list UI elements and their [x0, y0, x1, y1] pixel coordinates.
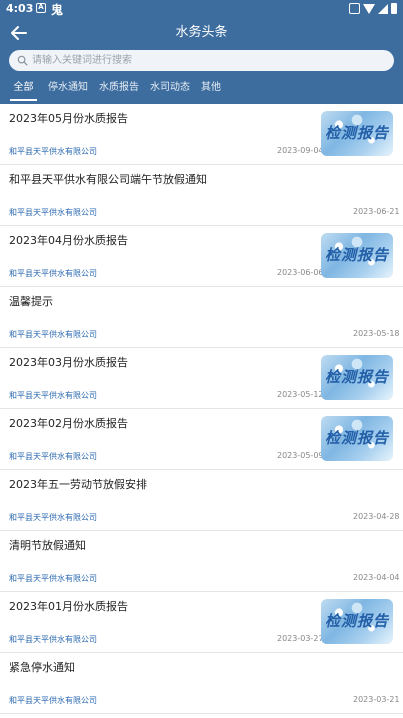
status-icons: [349, 3, 397, 14]
article-date: 2023-06-06: [277, 268, 324, 277]
status-time: 4:03: [6, 2, 34, 15]
article-date: 2023-06-21: [353, 207, 400, 216]
article-date: 2023-04-04: [353, 573, 400, 582]
tab-water-quality[interactable]: 水质报告: [99, 80, 139, 104]
article-item[interactable]: 2023年04月份水质报告 和平县天平供水有限公司 2023-06-06 检测报…: [0, 226, 403, 287]
thumbnail-label: 检测报告: [324, 124, 389, 142]
article-title: 2023年04月份水质报告: [9, 234, 128, 247]
category-tabs: 全部 停水通知 水质报告 水司动态 其他: [0, 80, 403, 104]
tab-water-outage[interactable]: 停水通知: [48, 80, 88, 104]
article-title: 2023年03月份水质报告: [9, 356, 128, 369]
search-bar[interactable]: [9, 50, 394, 71]
article-item[interactable]: 和平县天平供水有限公司端午节放假通知 和平县天平供水有限公司 2023-06-2…: [0, 165, 403, 226]
status-bar: 4:03 A 鬼: [0, 0, 403, 18]
wifi-icon: [363, 3, 375, 14]
article-thumbnail: 检测报告: [321, 355, 393, 400]
article-title: 2023年02月份水质报告: [9, 417, 128, 430]
battery-icon: [391, 3, 397, 14]
article-title: 2023年五一劳动节放假安排: [9, 478, 147, 491]
article-title: 2023年05月份水质报告: [9, 112, 128, 125]
article-date: 2023-03-27: [277, 634, 324, 643]
article-title: 温馨提示: [9, 295, 53, 308]
thumbnail-label: 检测报告: [324, 612, 389, 630]
article-source: 和平县天平供水有限公司: [9, 452, 97, 461]
article-item[interactable]: 2023年02月份水质报告 和平县天平供水有限公司 2023-05-09 检测报…: [0, 409, 403, 470]
article-item[interactable]: 清明节放假通知 和平县天平供水有限公司 2023-04-04: [0, 531, 403, 592]
article-item[interactable]: 紧急停水通知 和平县天平供水有限公司 2023-03-21: [0, 653, 403, 714]
article-date: 2023-05-09: [277, 451, 324, 460]
article-thumbnail: 检测报告: [321, 111, 393, 156]
tab-other[interactable]: 其他: [201, 80, 221, 104]
article-title: 2023年01月份水质报告: [9, 600, 128, 613]
article-item[interactable]: 2023年05月份水质报告 和平县天平供水有限公司 2023-09-04 检测报…: [0, 104, 403, 165]
thumbnail-label: 检测报告: [324, 429, 389, 447]
article-date: 2023-03-21: [353, 695, 400, 704]
article-date: 2023-09-04: [277, 146, 324, 155]
article-item[interactable]: 2023年03月份水质报告 和平县天平供水有限公司 2023-05-12 检测报…: [0, 348, 403, 409]
article-title: 和平县天平供水有限公司端午节放假通知: [9, 173, 207, 186]
article-item[interactable]: 2023年五一劳动节放假安排 和平县天平供水有限公司 2023-04-28: [0, 470, 403, 531]
vibrate-icon: [349, 3, 360, 14]
article-source: 和平县天平供水有限公司: [9, 269, 97, 278]
article-title: 清明节放假通知: [9, 539, 86, 552]
notification-app-icon: A: [36, 3, 46, 13]
article-source: 和平县天平供水有限公司: [9, 696, 97, 705]
page-title: 水务头条: [175, 25, 228, 40]
search-input[interactable]: [32, 50, 387, 71]
article-title: 紧急停水通知: [9, 661, 75, 674]
tab-all[interactable]: 全部: [10, 80, 37, 104]
signal-icon: [378, 3, 388, 14]
article-date: 2023-05-18: [353, 329, 400, 338]
article-thumbnail: 检测报告: [321, 599, 393, 644]
search-icon: [17, 55, 28, 66]
app-header: 水务头条 全部 停水通知 水质报告 水司动态 其他: [0, 18, 403, 104]
article-source: 和平县天平供水有限公司: [9, 635, 97, 644]
article-source: 和平县天平供水有限公司: [9, 147, 97, 156]
article-source: 和平县天平供水有限公司: [9, 574, 97, 583]
thumbnail-label: 检测报告: [324, 246, 389, 264]
article-date: 2023-04-28: [353, 512, 400, 521]
article-item[interactable]: 温馨提示 和平县天平供水有限公司 2023-05-18: [0, 287, 403, 348]
article-thumbnail: 检测报告: [321, 416, 393, 461]
article-source: 和平县天平供水有限公司: [9, 208, 97, 217]
article-source: 和平县天平供水有限公司: [9, 330, 97, 339]
article-source: 和平县天平供水有限公司: [9, 391, 97, 400]
article-item[interactable]: 2023年01月份水质报告 和平县天平供水有限公司 2023-03-27 检测报…: [0, 592, 403, 653]
article-date: 2023-05-12: [277, 390, 324, 399]
tab-company-news[interactable]: 水司动态: [150, 80, 190, 104]
article-thumbnail: 检测报告: [321, 233, 393, 278]
thumbnail-label: 检测报告: [324, 368, 389, 386]
notification-ghost-icon: 鬼: [51, 3, 64, 17]
article-source: 和平县天平供水有限公司: [9, 513, 97, 522]
